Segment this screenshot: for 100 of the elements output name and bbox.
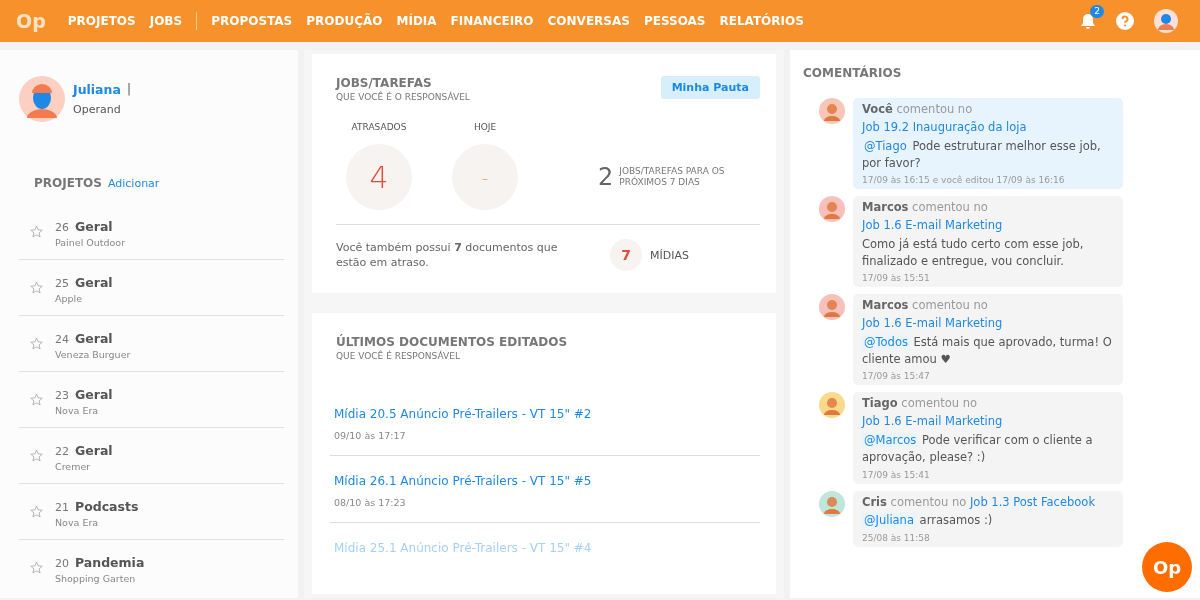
project-number: 21 <box>55 500 69 514</box>
mention-tag[interactable]: @Tiago <box>862 138 909 153</box>
comment-header: Marcos comentou no Job 1.6 E-mail Marketing <box>862 297 1004 333</box>
comment-time: 17/09 às 15:41 <box>862 469 931 480</box>
project-number: 25 <box>55 276 69 290</box>
project-number: 23 <box>55 388 69 402</box>
agenda-button[interactable]: Minha Pauta <box>660 76 760 99</box>
logo[interactable]: Op <box>16 10 46 32</box>
separator-text: | <box>126 82 131 97</box>
comment-time: 17/09 às 16:15 e você editou 17/09 às 16:16 <box>862 175 1066 186</box>
nav-link[interactable]: FINANCEIRO <box>450 14 534 28</box>
job-link[interactable]: Job 1.6 E-mail Marketing <box>862 316 1003 331</box>
mention-tag[interactable]: @Juliana <box>862 513 916 528</box>
project-name: Geral <box>75 442 113 458</box>
card-title: JOBS/TAREFAS <box>336 76 433 90</box>
project-number: 24 <box>55 332 69 346</box>
logo-button[interactable]: Op <box>1142 542 1192 592</box>
document-link[interactable]: Mídia 26.1 Anúncio Pré-Trailers - VT 15" #5 <box>334 474 592 488</box>
stat-label: HOJE <box>473 122 497 132</box>
star-icon[interactable] <box>30 225 43 238</box>
help-icon[interactable] <box>1116 12 1134 30</box>
card-subtitle: QUE VOCÊ É RESPONSÁVEL <box>336 351 461 361</box>
project-name: Geral <box>75 330 113 346</box>
project-item[interactable]: 26 Geral Painel Outdoor <box>19 204 284 260</box>
comment-header: Cris comentou no Job 1.3 Post Facebook <box>862 493 1097 511</box>
comment-header: Você comentou no Job 19.2 Inauguração da loja <box>862 101 1028 136</box>
project-number: 26 <box>55 220 69 234</box>
card-subtitle: QUE VOCÊ É O RESPONSÁVEL <box>336 92 470 102</box>
star-icon[interactable] <box>30 561 43 574</box>
add-link[interactable]: Adicionar <box>107 177 160 190</box>
star-icon[interactable] <box>30 449 43 462</box>
avatar-icon <box>819 98 845 124</box>
comment-time: 17/09 às 15:47 <box>862 371 931 382</box>
job-link[interactable]: Job 19.2 Inauguração da loja <box>862 119 1027 134</box>
project-item[interactable]: 21 Podcasts Nova Era <box>19 484 284 540</box>
avatar-icon <box>819 196 845 223</box>
late-documents-text: Você também possui 7 documentos que estão em atraso. <box>336 239 559 271</box>
project-name: Podcasts <box>75 498 139 514</box>
project-number: 20 <box>55 556 69 570</box>
company-name: Operand <box>73 103 122 116</box>
comment-header: Marcos comentou no Job 1.6 E-mail Marketing <box>862 199 1004 234</box>
comment-header: Tiago comentou no Job 1.6 E-mail Marketing <box>862 395 1004 431</box>
project-name: Geral <box>75 386 113 402</box>
client-name: Nova Era <box>55 404 100 416</box>
avatar-icon <box>819 392 845 419</box>
star-icon[interactable] <box>30 281 43 294</box>
project-item[interactable]: 25 Geral Apple <box>19 260 284 316</box>
client-name: Cremer <box>55 460 92 472</box>
stat-label: ATRASADOS <box>351 122 407 132</box>
section-title: COMENTÁRIOS <box>803 66 903 80</box>
nav-link[interactable]: PRODUÇÃO <box>306 14 383 28</box>
nav-link[interactable]: PROPOSTAS <box>211 14 293 28</box>
job-link[interactable]: Job 1.6 E-mail Marketing <box>862 217 1003 232</box>
upcoming-label: JOBS/TAREFAS PARA OS PRÓXIMOS 7 DIAS <box>619 166 726 188</box>
document-date: 09/10 às 17:17 <box>334 430 407 441</box>
star-icon[interactable] <box>30 393 43 406</box>
star-icon[interactable] <box>30 505 43 518</box>
job-link[interactable]: Job 1.6 E-mail Marketing <box>862 414 1003 429</box>
comment-text: @Todos Está mais que aprovado, turma! O cliente amou ♥ <box>862 333 1113 369</box>
comment-time: 17/09 às 15:51 <box>862 273 931 284</box>
avatar-icon <box>819 490 845 517</box>
media-count: 7 <box>610 239 642 271</box>
stat-value: 4 <box>346 144 412 210</box>
stat-value: - <box>452 144 518 210</box>
client-name: Painel Outdoor <box>55 236 126 248</box>
nav-link[interactable]: PROJETOS <box>67 14 136 28</box>
comment-text: @Juliana arrasamos :) <box>862 512 994 530</box>
project-name: Geral <box>75 218 113 234</box>
project-number: 22 <box>55 444 69 458</box>
avatar-icon[interactable] <box>1154 9 1178 33</box>
nav-link[interactable]: PESSOAS <box>643 14 706 28</box>
client-name: Nova Era <box>55 516 100 528</box>
star-icon[interactable] <box>30 337 43 350</box>
document-date: 08/10 às 17:23 <box>334 497 407 508</box>
project-item[interactable]: 24 Geral Veneza Burguer <box>19 316 284 372</box>
bell-icon[interactable] <box>1080 12 1096 30</box>
job-link[interactable]: Job 1.3 Post Facebook <box>969 494 1096 509</box>
document-link[interactable]: Mídia 20.5 Anúncio Pré-Trailers - VT 15" #2 <box>334 407 592 421</box>
nav-link[interactable]: RELATÓRIOS <box>719 14 804 28</box>
section-title: PROJETOS <box>34 176 102 190</box>
project-item[interactable]: 20 Pandemia Shopping Garten <box>19 540 284 595</box>
client-name: Veneza Burguer <box>55 348 131 360</box>
mention-tag[interactable]: @Marcos <box>862 433 919 447</box>
nav-link[interactable]: MÍDIA <box>396 14 437 28</box>
comment-time: 25/08 às 11:58 <box>862 532 931 543</box>
user-name[interactable]: Juliana <box>73 82 121 97</box>
client-name: Shopping Garten <box>55 572 137 584</box>
project-name: Geral <box>75 274 113 290</box>
comment-text: @Tiago Pode estruturar melhor esse job, por favor? <box>862 137 1102 172</box>
project-name: Pandemia <box>75 554 145 570</box>
comment-text: Como já está tudo certo com esse job, finalizado e entregue, vou concluir. <box>862 235 1085 270</box>
nav-link[interactable]: JOBS <box>149 14 183 28</box>
user-avatar <box>19 76 65 122</box>
comment-text: @Marcos Pode verificar com o cliente a aprovação, please? :) <box>862 432 1094 467</box>
mention-tag[interactable]: @Todos <box>862 334 910 349</box>
media-label: MÍDIAS <box>650 248 689 262</box>
project-item[interactable]: 23 Geral Nova Era <box>19 372 284 428</box>
avatar-icon <box>819 294 845 321</box>
project-item[interactable]: 22 Geral Cremer <box>19 428 284 484</box>
nav-link[interactable]: CONVERSAS <box>547 14 630 28</box>
